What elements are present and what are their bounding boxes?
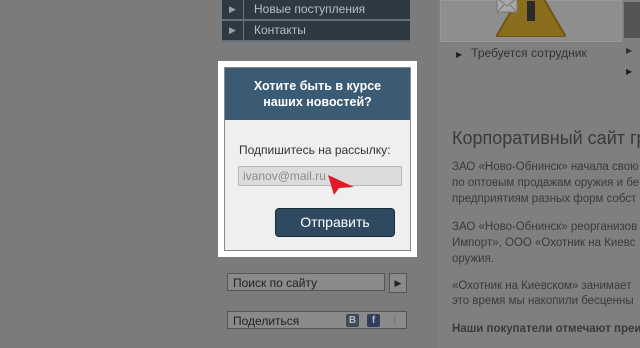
subscribe-label: Подпишитесь на рассылку: <box>239 143 391 157</box>
submit-button[interactable]: Отправить <box>275 208 395 237</box>
paragraph-line: Наши покупатели отмечают преим <box>452 323 640 335</box>
twitter-icon[interactable]: t <box>388 314 401 327</box>
modal-title: Хотите быть в курсе наших новостей? <box>225 68 410 120</box>
pointer-icon <box>328 175 354 195</box>
chevron-right-icon: ▶ <box>394 278 402 288</box>
subscribe-panel: Хотите быть в курсе наших новостей? Подп… <box>224 67 411 251</box>
side-nav: ▶ Новые поступления ▶ Контакты <box>222 0 410 42</box>
site-search-input[interactable]: Поиск по сайту <box>227 273 385 291</box>
bullet-icon: ▶ <box>626 46 633 55</box>
share-bar: Поделиться B f t <box>227 311 407 329</box>
paragraph-line: оружия. <box>452 253 495 265</box>
page-title: Корпоративный сайт гру <box>452 128 640 148</box>
paragraph-line: предприятиям разных форм собст <box>452 193 637 205</box>
paragraph-line: ЗАО «Ново-Обнинск» реорганизов <box>452 221 638 233</box>
bullet-icon: ▶ <box>456 50 463 59</box>
paragraph-line: «Охотник на Киевском» занимает <box>452 280 632 292</box>
job-link[interactable]: ▶ Требуется сотрудник <box>456 46 587 60</box>
banner-image <box>624 2 640 38</box>
bullet-icon: ▶ <box>626 67 633 76</box>
nav-item-contacts[interactable]: ▶ Контакты <box>222 21 410 42</box>
job-banner[interactable] <box>440 0 622 42</box>
paragraph-line: ЗАО «Ново-Обнинск» начала свою <box>452 161 639 173</box>
paragraph-line: это время мы накопили бесценны <box>452 295 634 307</box>
search-submit-button[interactable]: ▶ <box>389 273 407 293</box>
chevron-right-icon: ▶ <box>222 0 244 19</box>
facebook-icon[interactable]: f <box>367 314 380 327</box>
email-field[interactable]: ivanov@mail.ru <box>238 166 402 186</box>
nav-item-new-arrivals[interactable]: ▶ Новые поступления <box>222 0 410 21</box>
envelope-icon <box>496 0 518 13</box>
site-search: Поиск по сайту ▶ <box>227 273 407 293</box>
vk-icon[interactable]: B <box>346 314 359 327</box>
chevron-right-icon: ▶ <box>222 21 244 40</box>
paragraph-line: Импорт», ООО «Охотник на Киевс <box>452 237 636 249</box>
paragraph-line: по оптовым продажам оружия и бе <box>452 177 640 189</box>
subscribe-modal: Хотите быть в курсе наших новостей? Подп… <box>218 61 417 257</box>
